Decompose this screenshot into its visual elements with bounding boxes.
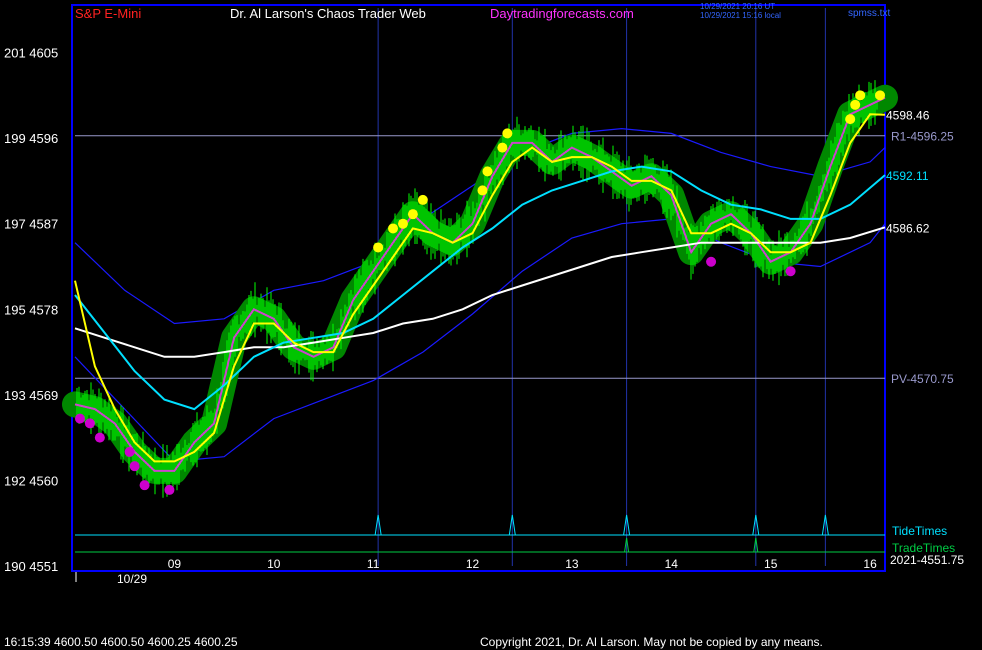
y-tick-label: 195 4578 — [4, 302, 58, 317]
site-title: Dr. Al Larson's Chaos Trader Web — [230, 6, 426, 21]
right-value-label: 4592.11 — [886, 169, 929, 183]
x-tick-label: 11 — [367, 557, 380, 571]
y-tick-label: 201 4605 — [4, 46, 58, 61]
high-signal-dot — [482, 166, 493, 177]
high-signal-dot — [497, 142, 508, 153]
tide-times-label: TideTimes — [892, 524, 947, 538]
x-tick-label: 09 — [168, 557, 182, 571]
y-tick-label: 193 4569 — [4, 388, 58, 403]
right-value-label: 4586.62 — [886, 221, 930, 235]
low-signal-dot — [124, 446, 135, 457]
symbol-title: S&P E-Mini — [75, 6, 141, 21]
price-chart: R1-4596.25PV-4570.75 TideTimesTradeTimes… — [0, 0, 982, 650]
utc-timestamp: 10/29/2021 20:16 UT — [700, 2, 775, 11]
high-signal-dot — [373, 242, 384, 253]
site-url[interactable]: Daytradingforecasts.com — [490, 6, 634, 21]
x-tick-label: 12 — [466, 557, 480, 571]
high-signal-dot — [502, 128, 513, 139]
copyright-notice: Copyright 2021, Dr. Al Larson. May not b… — [480, 635, 823, 649]
high-signal-dot — [388, 223, 399, 234]
low-signal-dot — [706, 256, 717, 267]
low-signal-dot — [164, 484, 175, 495]
y-tick-label: 192 4560 — [4, 473, 58, 488]
y-tick-label: 199 4596 — [4, 131, 58, 146]
x-tick-label: 13 — [565, 557, 579, 571]
data-file-name: spmss.txt — [848, 8, 890, 19]
high-signal-dot — [875, 90, 886, 101]
low-signal-dot — [139, 480, 150, 491]
y-tick-label: 197 4587 — [4, 217, 58, 232]
y-tick-label: 190 4551 — [4, 559, 58, 574]
high-signal-dot — [855, 90, 866, 101]
bottom-right-label: 2021-4551.75 — [890, 553, 964, 567]
low-signal-dot — [94, 432, 105, 443]
local-timestamp: 10/29/2021 15:16 local — [700, 11, 781, 20]
x-tick-label: 15 — [764, 557, 778, 571]
level-label: R1-4596.25 — [891, 130, 954, 144]
date-label: 10/29 — [117, 572, 147, 586]
high-signal-dot — [845, 114, 856, 125]
low-signal-dot — [785, 266, 796, 277]
x-tick-label: 14 — [665, 557, 679, 571]
level-label: PV-4570.75 — [891, 372, 954, 386]
x-tick-label: 16 — [863, 557, 877, 571]
low-signal-dot — [129, 461, 140, 472]
low-signal-dot — [84, 418, 95, 429]
high-signal-dot — [397, 218, 408, 229]
high-signal-dot — [407, 209, 418, 220]
high-signal-dot — [477, 185, 488, 196]
last-quote: 16:15:39 4600.50 4600.50 4600.25 4600.25 — [4, 635, 238, 649]
low-signal-dot — [74, 413, 85, 424]
right-value-label: 4598.46 — [886, 109, 930, 123]
x-tick-label: 10 — [267, 557, 281, 571]
high-signal-dot — [850, 99, 861, 110]
high-signal-dot — [417, 194, 428, 205]
